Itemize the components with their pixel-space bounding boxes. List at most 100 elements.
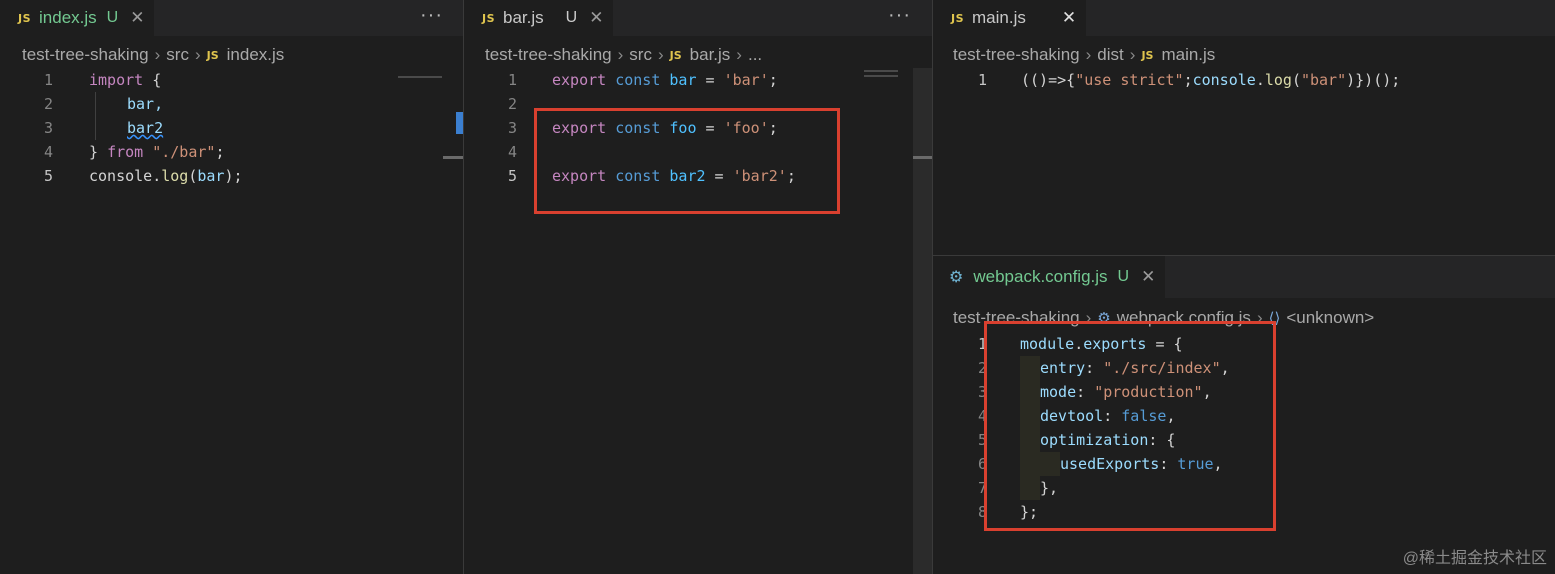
identifier: bar	[669, 71, 697, 89]
js-file-icon: JS	[951, 11, 965, 25]
tab-bar: JS index.js U ✕ ···	[0, 0, 463, 36]
tab-index-js[interactable]: JS index.js U ✕	[0, 0, 155, 36]
close-icon[interactable]: ✕	[1141, 267, 1155, 287]
chevron-right-icon: ›	[1129, 45, 1136, 64]
untracked-badge: U	[565, 9, 578, 26]
tab-bar: JS bar.js U ✕ ···	[464, 0, 932, 36]
breadcrumb-item[interactable]: index.js	[227, 45, 285, 65]
settings-gear-icon: ⚙	[949, 269, 964, 286]
line-number: 1	[43, 71, 53, 89]
identifier: console	[89, 167, 153, 185]
code-editor[interactable]: import { bar, bar2 } from "./bar"; conso…	[89, 68, 409, 198]
scrollbar-track[interactable]	[443, 156, 463, 159]
code-line: bar,	[127, 92, 163, 116]
keyword: const	[615, 71, 661, 89]
punctuation: .	[152, 167, 162, 185]
tab-label: index.js	[39, 8, 97, 27]
indent-guide	[95, 92, 96, 140]
tab-bar-js[interactable]: JS bar.js U ✕	[464, 0, 614, 36]
string: 'bar'	[723, 71, 769, 89]
identifier: bar,	[127, 95, 164, 113]
chevron-right-icon: ›	[154, 45, 161, 64]
breadcrumb-item[interactable]: src	[166, 45, 189, 65]
punctuation: ;	[215, 143, 225, 161]
line-number: 2	[507, 95, 517, 113]
punctuation: ;	[768, 71, 778, 89]
minimap[interactable]	[864, 75, 898, 77]
line-number: 5	[507, 167, 517, 185]
more-actions-icon[interactable]: ···	[420, 4, 443, 27]
line-number: 4	[507, 143, 517, 161]
tab-main-js[interactable]: JS main.js ✕	[933, 0, 1087, 36]
js-file-icon: JS	[18, 11, 32, 25]
punctuation: {	[143, 71, 162, 89]
breadcrumb-item[interactable]: test-tree-shaking	[485, 45, 612, 65]
breadcrumb-item[interactable]: src	[629, 45, 652, 65]
breadcrumb-item[interactable]: main.js	[1161, 45, 1215, 65]
line-number: 2	[43, 95, 53, 113]
js-file-icon: JS	[669, 48, 682, 62]
line-number: 7	[977, 479, 987, 497]
scrollbar-thumb[interactable]	[913, 156, 932, 159]
tab-bar: ⚙ webpack.config.js U ✕	[933, 256, 1555, 298]
line-number: 4	[43, 143, 53, 161]
breadcrumb-item[interactable]: bar.js	[690, 45, 731, 65]
function: log	[1264, 71, 1292, 89]
line-number: 6	[977, 455, 987, 473]
string: "bar"	[1300, 71, 1347, 89]
breadcrumb: test-tree-shaking › src › JS bar.js › ..…	[464, 40, 932, 70]
close-icon[interactable]: ✕	[589, 8, 603, 28]
breadcrumb-item[interactable]: ...	[748, 45, 762, 65]
operator: =	[696, 71, 724, 89]
line-number: 3	[977, 383, 987, 401]
breadcrumb-item[interactable]: dist	[1097, 45, 1123, 65]
tab-label: main.js	[972, 8, 1026, 27]
punctuation: .	[1255, 71, 1265, 89]
line-number: 5	[43, 167, 53, 185]
code-line: export const bar = 'bar';	[552, 68, 778, 92]
keyword: export	[552, 71, 607, 89]
breadcrumb: test-tree-shaking › src › JS index.js	[0, 40, 463, 70]
punctuation: }	[89, 143, 108, 161]
line-number: 3	[507, 119, 517, 137]
chevron-right-icon: ›	[736, 45, 742, 64]
code-editor[interactable]: (()=>{"use strict";console.log("bar")})(…	[1021, 68, 1521, 98]
watermark: @稀土掘金技术社区	[1402, 550, 1547, 567]
chevron-right-icon: ›	[617, 45, 624, 64]
scrollbar[interactable]	[913, 68, 932, 574]
tab-webpack-config[interactable]: ⚙ webpack.config.js U ✕	[933, 256, 1166, 298]
more-actions-icon[interactable]: ···	[888, 4, 911, 27]
line-number: 2	[977, 359, 987, 377]
chevron-right-icon: ›	[657, 45, 664, 64]
scrollbar[interactable]	[456, 112, 463, 134]
identifier: bar2	[127, 119, 164, 137]
close-icon[interactable]: ✕	[130, 8, 144, 28]
tab-label: webpack.config.js	[973, 267, 1108, 286]
punctuation: ;	[1183, 71, 1193, 89]
punctuation: (	[1291, 71, 1301, 89]
punctuation: )})();	[1346, 71, 1401, 89]
minimap[interactable]	[398, 76, 442, 78]
js-file-icon: JS	[206, 48, 219, 62]
breadcrumb-item[interactable]: test-tree-shaking	[953, 45, 1080, 65]
breadcrumb-item[interactable]: test-tree-shaking	[22, 45, 149, 65]
keyword: from	[107, 143, 144, 161]
close-icon[interactable]: ✕	[1062, 8, 1076, 28]
editor-pane-index: JS index.js U ✕ ··· test-tree-shaking › …	[0, 0, 463, 574]
highlight-box	[534, 108, 840, 214]
code-line: console.log(bar);	[89, 164, 243, 188]
tab-bar: JS main.js ✕	[933, 0, 1555, 36]
code-line: import {	[89, 68, 161, 92]
untracked-badge: U	[1117, 268, 1130, 285]
chevron-right-icon: ›	[194, 45, 201, 64]
highlight-box	[984, 321, 1276, 531]
breadcrumb-item[interactable]: <unknown>	[1286, 308, 1374, 328]
code-line: (()=>{"use strict";console.log("bar")})(…	[1021, 68, 1400, 92]
identifier: console	[1192, 71, 1256, 89]
line-number: 1	[977, 71, 987, 89]
line-number: 8	[977, 503, 987, 521]
line-number: 1	[507, 71, 517, 89]
minimap[interactable]	[864, 70, 898, 72]
chevron-right-icon: ›	[1085, 45, 1092, 64]
